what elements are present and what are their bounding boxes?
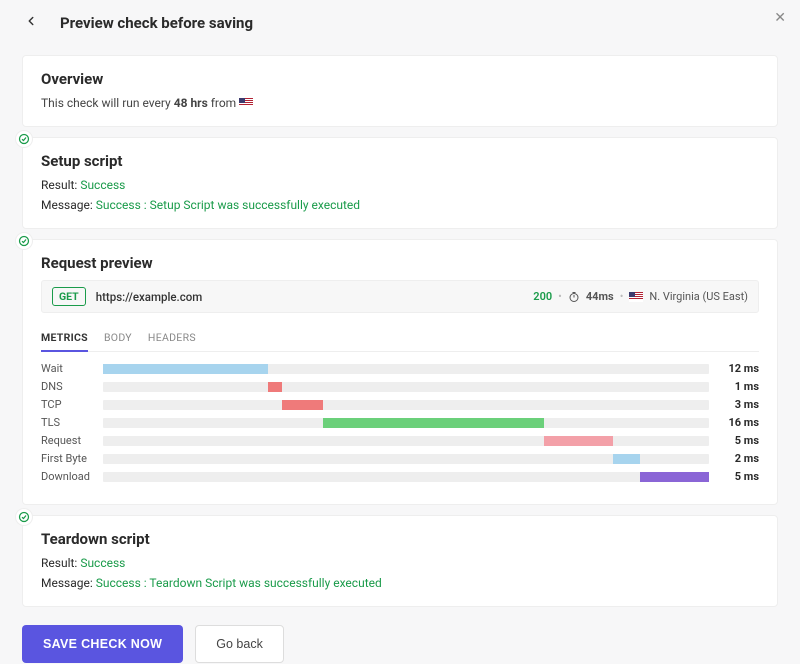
timing-value: 44ms: [586, 290, 614, 303]
tab-body[interactable]: Body: [104, 327, 132, 351]
stopwatch-icon: [568, 291, 580, 303]
setup-result-value: Success: [80, 178, 125, 192]
metric-row: Wait 12 ms: [41, 362, 759, 375]
success-icon: [15, 508, 33, 526]
metric-bar-track: [103, 418, 709, 428]
metric-bar: [268, 382, 282, 392]
metric-row: First Byte 2 ms: [41, 452, 759, 465]
teardown-result: Result: Success: [41, 556, 759, 570]
request-meta: 200 • 44ms • N. Virginia (US East): [533, 290, 748, 303]
metric-row: Request 5 ms: [41, 434, 759, 447]
status-code: 200: [533, 290, 552, 303]
teardown-message-label: Message:: [41, 576, 93, 590]
success-icon: [15, 130, 33, 148]
metric-bar-track: [103, 454, 709, 464]
overview-interval: 48 hrs: [174, 96, 208, 110]
metric-value: 12 ms: [709, 362, 759, 375]
overview-suffix: from: [208, 96, 239, 110]
setup-message-label: Message:: [41, 198, 93, 212]
metric-value: 2 ms: [709, 452, 759, 465]
close-icon: ✕: [774, 9, 786, 25]
metric-label: Request: [41, 434, 103, 447]
chevron-left-icon: [24, 14, 38, 28]
setup-message: Message: Success : Setup Script was succ…: [41, 198, 759, 212]
metric-label: Download: [41, 470, 103, 483]
overview-text: This check will run every 48 hrs from: [41, 96, 759, 110]
teardown-card: Teardown script Result: Success Message:…: [22, 515, 778, 607]
metrics-chart: Wait 12 ms DNS 1 ms TCP 3 ms TLS 16 ms Request 5 …: [41, 362, 759, 483]
metric-bar-track: [103, 364, 709, 374]
separator-dot: •: [620, 290, 624, 303]
separator-dot: •: [558, 290, 562, 303]
metric-label: TCP: [41, 398, 103, 411]
back-button[interactable]: [20, 10, 42, 35]
metric-label: DNS: [41, 380, 103, 393]
teardown-message-value: Success : Teardown Script was successful…: [96, 576, 382, 590]
page-title: Preview check before saving: [60, 14, 253, 32]
request-card: Request preview GET https://example.com …: [22, 239, 778, 505]
footer-actions: SAVE CHECK NOW Go back: [22, 625, 778, 663]
teardown-message: Message: Success : Teardown Script was s…: [41, 576, 759, 590]
metric-label: TLS: [41, 416, 103, 429]
metric-row: DNS 1 ms: [41, 380, 759, 393]
metric-value: 1 ms: [709, 380, 759, 393]
teardown-heading: Teardown script: [41, 530, 759, 548]
region-label: N. Virginia (US East): [649, 290, 748, 303]
metric-bar: [544, 436, 613, 446]
metric-row: TCP 3 ms: [41, 398, 759, 411]
success-icon: [15, 232, 33, 250]
metric-bar: [323, 418, 543, 428]
metric-value: 5 ms: [709, 434, 759, 447]
request-heading: Request preview: [41, 254, 759, 272]
request-summary-row: GET https://example.com 200 • 44ms • N. …: [41, 280, 759, 313]
setup-result-label: Result:: [41, 178, 77, 192]
close-button[interactable]: ✕: [770, 6, 790, 28]
overview-card: Overview This check will run every 48 hr…: [22, 55, 778, 127]
metric-bar-track: [103, 400, 709, 410]
metric-row: TLS 16 ms: [41, 416, 759, 429]
metric-label: Wait: [41, 362, 103, 375]
setup-heading: Setup script: [41, 152, 759, 170]
metric-value: 3 ms: [709, 398, 759, 411]
metric-label: First Byte: [41, 452, 103, 465]
metric-bar: [282, 400, 323, 410]
teardown-result-label: Result:: [41, 556, 77, 570]
teardown-result-value: Success: [80, 556, 125, 570]
us-flag-icon: [629, 292, 643, 302]
metric-bar-track: [103, 436, 709, 446]
metric-value: 5 ms: [709, 470, 759, 483]
save-check-button[interactable]: SAVE CHECK NOW: [22, 625, 183, 663]
metric-value: 16 ms: [709, 416, 759, 429]
overview-heading: Overview: [41, 70, 759, 88]
go-back-button[interactable]: Go back: [195, 625, 284, 663]
metric-bar-track: [103, 472, 709, 482]
us-flag-icon: [239, 98, 253, 108]
setup-card: Setup script Result: Success Message: Su…: [22, 137, 778, 229]
request-tabs: Metrics Body Headers: [41, 327, 759, 352]
metric-bar-track: [103, 382, 709, 392]
metric-bar: [613, 454, 641, 464]
setup-message-value: Success : Setup Script was successfully …: [96, 198, 360, 212]
tab-metrics[interactable]: Metrics: [41, 327, 88, 352]
setup-result: Result: Success: [41, 178, 759, 192]
metric-bar: [103, 364, 268, 374]
request-url: https://example.com: [96, 290, 203, 304]
metric-row: Download 5 ms: [41, 470, 759, 483]
http-method-badge: GET: [52, 287, 86, 306]
metric-bar: [640, 472, 709, 482]
tab-headers[interactable]: Headers: [148, 327, 196, 351]
overview-prefix: This check will run every: [41, 96, 174, 110]
